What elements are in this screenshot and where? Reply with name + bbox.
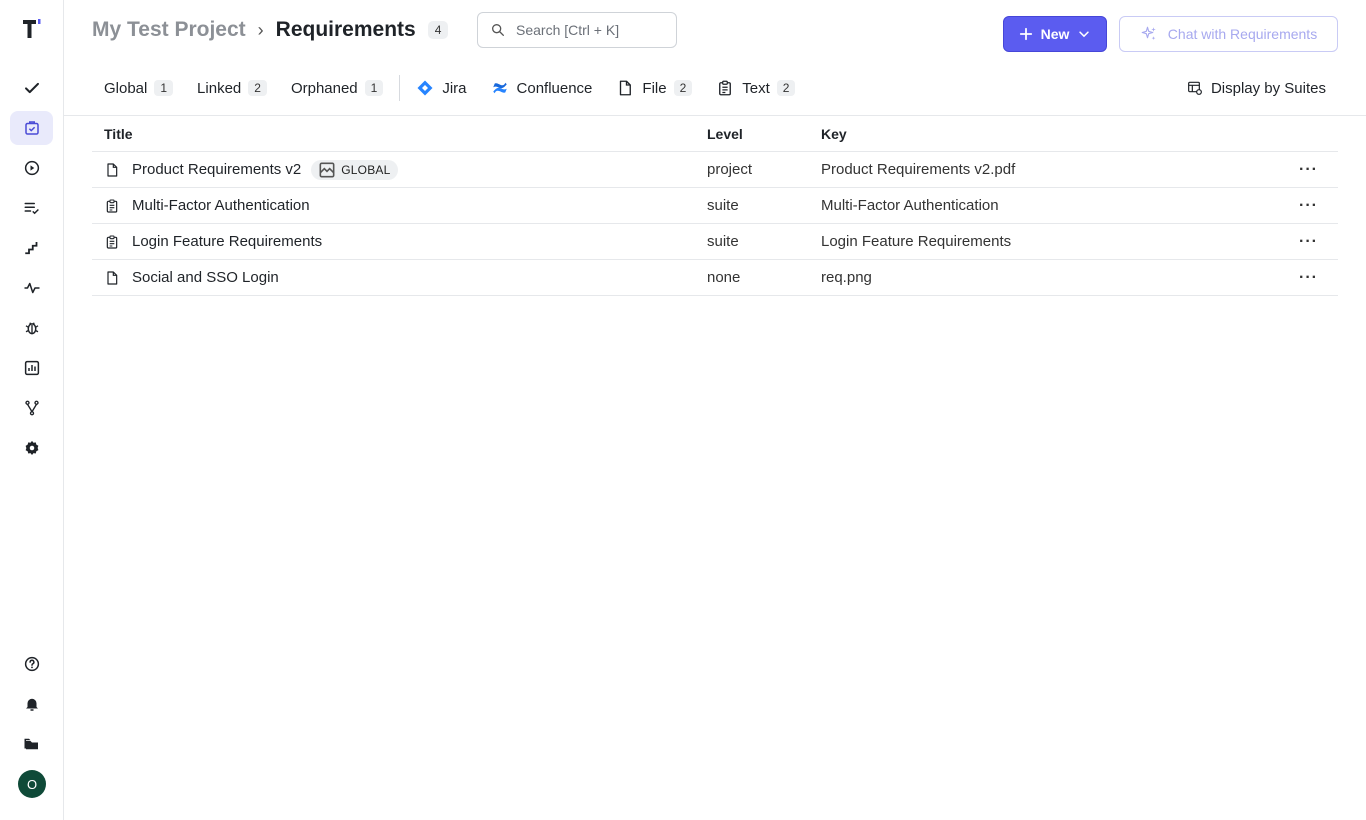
tab-label: File (642, 79, 667, 97)
sparkles-icon (1141, 26, 1156, 40)
requirement-level: project (707, 161, 753, 178)
clipboard-icon (106, 234, 118, 249)
global-icon (319, 162, 335, 177)
nav-defects-bug-icon[interactable] (10, 311, 53, 345)
file-icon (107, 270, 118, 285)
more-actions-icon[interactable]: ··· (1299, 161, 1318, 177)
tab-global[interactable]: Global 1 (92, 74, 185, 102)
nav-steps-icon[interactable] (10, 231, 53, 265)
global-badge-label: GLOBAL (341, 162, 391, 177)
folder-icon[interactable] (10, 727, 53, 761)
tab-divider (399, 75, 401, 101)
tab-label: Linked (197, 79, 242, 97)
requirements-table: Title Level Key Product Requirements v2 … (92, 116, 1338, 296)
nav-analytics-chart-icon[interactable] (10, 351, 53, 385)
avatar[interactable]: O (18, 770, 46, 798)
tab-label: Confluence (516, 79, 593, 97)
more-actions-icon[interactable]: ··· (1299, 269, 1318, 285)
breadcrumb-separator: › (257, 19, 264, 40)
jira-icon (417, 80, 433, 96)
tab-confluence[interactable]: Confluence (479, 74, 605, 102)
more-actions-icon[interactable]: ··· (1299, 233, 1318, 249)
requirement-title[interactable]: Product Requirements v2 (132, 161, 301, 178)
chevron-down-icon (1079, 31, 1090, 38)
plus-icon (1019, 27, 1032, 41)
nav-tests-icon[interactable] (10, 71, 53, 105)
tab-label: Orphaned (290, 79, 358, 97)
confluence-icon (492, 82, 507, 94)
display-by-suites-button[interactable]: Display by Suites (1187, 74, 1326, 102)
requirement-key: Login Feature Requirements (821, 233, 1012, 250)
search-icon (492, 23, 504, 36)
tab-jira[interactable]: Jira (404, 74, 478, 102)
global-badge: GLOBAL (311, 159, 399, 180)
tab-label: Text (742, 79, 770, 97)
file-icon (107, 162, 118, 177)
tab-count: 1 (364, 80, 384, 96)
nav-pulse-icon[interactable] (10, 271, 53, 305)
help-icon[interactable] (10, 647, 53, 681)
column-header-title[interactable]: Title (92, 126, 695, 142)
new-button[interactable]: New (1003, 16, 1107, 52)
clipboard-icon (106, 198, 118, 213)
requirement-key: Multi-Factor Authentication (821, 197, 999, 214)
clipboard-icon (719, 80, 732, 96)
chat-with-requirements-button[interactable]: Chat with Requirements (1119, 16, 1338, 52)
search-box[interactable] (477, 12, 677, 48)
requirement-title[interactable]: Multi-Factor Authentication (132, 197, 310, 214)
table-row[interactable]: Product Requirements v2 GLOBAL project P… (92, 152, 1338, 188)
breadcrumb-project[interactable]: My Test Project (92, 18, 246, 42)
tab-label: Jira (442, 79, 467, 97)
tab-label: Global (104, 79, 148, 97)
requirement-title[interactable]: Login Feature Requirements (132, 233, 322, 250)
sidebar: O (0, 0, 64, 820)
tab-linked[interactable]: Linked 2 (185, 74, 279, 102)
table-row[interactable]: Login Feature Requirements suite Login F… (92, 224, 1338, 260)
display-by-suites-label: Display by Suites (1210, 79, 1326, 97)
requirements-count-badge: 4 (427, 21, 449, 39)
app-logo[interactable] (20, 16, 44, 40)
filter-tabs: Global 1 Linked 2 Orphaned 1 Jira Conflu… (92, 74, 807, 102)
requirement-key: req.png (821, 269, 872, 286)
tab-text[interactable]: Text 2 (704, 74, 807, 102)
requirement-title[interactable]: Social and SSO Login (132, 269, 279, 286)
tab-count: 2 (776, 80, 796, 96)
table-row[interactable]: Social and SSO Login none req.png ··· (92, 260, 1338, 296)
requirement-key: Product Requirements v2.pdf (821, 161, 1016, 178)
requirement-level: suite (707, 233, 739, 250)
tab-count: 2 (673, 80, 693, 96)
table-settings-icon (1188, 81, 1202, 95)
chat-button-label: Chat with Requirements (1167, 26, 1318, 42)
notifications-bell-icon[interactable] (10, 687, 53, 721)
requirement-level: suite (707, 197, 739, 214)
breadcrumb: My Test Project › Requirements 4 (92, 16, 449, 44)
tab-count: 1 (154, 80, 174, 96)
nav-requirements-icon[interactable] (10, 111, 53, 145)
nav-runs-icon[interactable] (10, 151, 53, 185)
new-button-label: New (1040, 26, 1070, 42)
table-header: Title Level Key (92, 116, 1338, 152)
column-header-key[interactable]: Key (809, 126, 1278, 142)
more-actions-icon[interactable]: ··· (1299, 197, 1318, 213)
file-icon (620, 80, 632, 96)
nav-settings-gear-icon[interactable] (10, 431, 53, 465)
nav-branches-icon[interactable] (10, 391, 53, 425)
tab-file[interactable]: File 2 (604, 74, 704, 102)
tab-orphaned[interactable]: Orphaned 1 (279, 74, 395, 102)
column-header-level[interactable]: Level (695, 126, 809, 142)
search-input[interactable] (516, 22, 666, 38)
requirement-level: none (707, 269, 741, 286)
table-row[interactable]: Multi-Factor Authentication suite Multi-… (92, 188, 1338, 224)
page-title: Requirements (275, 18, 416, 41)
nav-plans-icon[interactable] (10, 191, 53, 225)
tab-count: 2 (248, 80, 267, 96)
